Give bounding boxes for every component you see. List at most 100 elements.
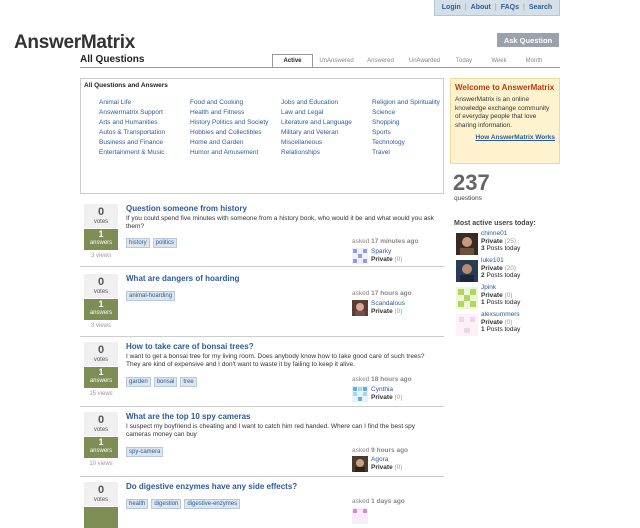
user-name-link[interactable]: alexsummers (481, 311, 520, 318)
category-link[interactable]: Autos & Transportation (99, 129, 183, 137)
question-title-link[interactable]: Do digestive enzymes have any side effec… (126, 482, 297, 491)
user-status: Private (481, 291, 503, 299)
category-link[interactable]: History Politics and Society (190, 119, 274, 127)
category-link[interactable]: Religion and Spirituality (372, 99, 456, 107)
active-users-title: Most active users today: (454, 220, 536, 227)
user-name-link[interactable]: chinne01 (481, 230, 507, 237)
tag[interactable]: digestion (151, 499, 182, 509)
question-excerpt: If you could spend five minutes with som… (126, 215, 434, 230)
category-link[interactable]: Entertainment & Music (99, 149, 183, 157)
active-user: luke101 Private (20) 2 Posts today (456, 257, 566, 284)
tag[interactable]: tree (180, 377, 197, 387)
category-link[interactable]: Hobbies and Collectibles (190, 129, 274, 137)
tab-week[interactable]: Week (483, 54, 515, 67)
avatar[interactable] (352, 300, 368, 316)
vote-count: 0 (97, 206, 105, 218)
tab-answered[interactable]: Answered (360, 54, 401, 67)
user-status: Private (481, 318, 503, 326)
answers-box: 1 answers (84, 437, 118, 458)
user-posts-count: 1 (481, 299, 485, 306)
category-link[interactable]: Literature and Language (281, 119, 365, 127)
asker-score: (0) (394, 308, 403, 315)
asker-name-link[interactable]: Agora (371, 456, 388, 463)
view-count: 10 views (89, 461, 113, 467)
vote-count: 0 (97, 276, 105, 288)
user-score: (0) (504, 291, 513, 299)
welcome-box: Welcome to AnswerMatrix AnswerMatrix is … (450, 78, 560, 164)
site-logo[interactable]: AnswerMatrix (14, 32, 135, 54)
tag[interactable]: history (126, 238, 150, 248)
user-name-link[interactable]: luke101 (481, 257, 504, 264)
category-link[interactable]: Jobs and Education (281, 99, 365, 107)
identicon-avatar[interactable] (456, 287, 478, 309)
category-link[interactable]: Animal Life (99, 99, 183, 107)
user-name-link[interactable]: Jpink (481, 284, 496, 291)
faqs-link[interactable]: FAQs (501, 4, 519, 11)
avatar[interactable] (352, 456, 368, 472)
asked-time: asked 18 hours ago (352, 376, 412, 383)
tab-today[interactable]: Today (448, 54, 480, 67)
category-link[interactable]: Travel (372, 149, 456, 157)
login-link[interactable]: Login (442, 4, 461, 11)
category-link[interactable]: Business and Finance (99, 139, 183, 147)
question-item: 0 votes 1 answers 3 views What are dangers… (80, 274, 444, 337)
category-link[interactable]: Food and Cooking (190, 99, 274, 107)
category-link[interactable]: Relationships (281, 149, 365, 157)
tag[interactable]: garden (126, 377, 151, 387)
welcome-text: AnswerMatrix is an online knowledge exch… (455, 96, 550, 129)
identicon-avatar[interactable] (456, 314, 478, 336)
tag[interactable]: bonsai (153, 377, 178, 387)
asker-name-link[interactable]: Scandalous (371, 300, 405, 307)
category-link[interactable]: Shopping (372, 119, 456, 127)
asked-when: 17 minutes ago (371, 238, 419, 245)
tag-list: health digestion digestive-enzymes (126, 499, 241, 509)
answers-label: answers (89, 448, 113, 454)
tab-active[interactable]: Active (272, 54, 313, 68)
tag[interactable]: spy-camera (126, 447, 164, 457)
tab-unawarded[interactable]: UnAwarded (404, 54, 445, 67)
answer-count: 1 (98, 367, 104, 377)
category-link[interactable]: Miscellaneous (281, 139, 365, 147)
question-title-link[interactable]: How to take care of bonsai trees? (126, 342, 254, 351)
ask-question-button[interactable]: Ask Question (497, 33, 559, 47)
tab-month[interactable]: Month (518, 54, 550, 67)
top-navigation: Login | About | FAQs | Search (434, 0, 560, 16)
category-link[interactable]: Home and Garden (190, 139, 274, 147)
tag[interactable]: politics (152, 238, 178, 248)
about-link[interactable]: About (471, 4, 491, 11)
question-item: 0 votes 1 answers 15 views How to take car… (80, 342, 444, 407)
question-title-link[interactable]: What are dangers of hoarding (126, 274, 239, 283)
category-link[interactable]: Technology (372, 139, 456, 147)
question-item: 0 votes 1 answers 3 views Question someone… (80, 204, 444, 267)
category-link[interactable]: Answermatrix Support (99, 109, 183, 117)
tag[interactable]: digestive-enzymes (184, 499, 241, 509)
category-link[interactable]: Science (372, 109, 456, 117)
tag[interactable]: health (126, 499, 149, 509)
asked-when: 17 hours ago (371, 290, 412, 297)
tab-unanswered[interactable]: UnAnswered (316, 54, 357, 67)
avatar[interactable] (456, 233, 478, 255)
identicon-avatar[interactable] (352, 386, 368, 402)
identicon-avatar[interactable] (352, 508, 368, 524)
category-link[interactable]: Humor and Amusement (190, 149, 274, 157)
asked-label: asked (352, 290, 370, 297)
category-link[interactable]: Military and Veteran (281, 129, 365, 137)
category-link[interactable]: Law and Legal (281, 109, 365, 117)
asker-score: (0) (394, 394, 403, 401)
votes-label: votes (93, 357, 109, 363)
search-link[interactable]: Search (529, 4, 552, 11)
category-link[interactable]: Sports (372, 129, 456, 137)
tag[interactable]: animal-hoarding (126, 291, 176, 301)
category-link[interactable]: Arts and Humanities (99, 119, 183, 127)
asker-name-link[interactable]: Sparky (371, 248, 391, 255)
category-link[interactable]: Health and Fitness (190, 109, 274, 117)
asker-name-link[interactable]: Cynthia (371, 386, 393, 393)
asked-time: asked 1 days ago (352, 498, 405, 505)
identicon-avatar[interactable] (352, 248, 368, 264)
how-it-works-link[interactable]: How AnswerMatrix Works (455, 134, 555, 141)
question-title-link[interactable]: Question someone from history (126, 204, 247, 213)
active-user: chinne01 Private (25) 3 Posts today (456, 230, 566, 257)
user-score: (25) (504, 237, 517, 245)
question-title-link[interactable]: What are the top 10 spy cameras (126, 412, 251, 421)
avatar[interactable] (456, 260, 478, 282)
